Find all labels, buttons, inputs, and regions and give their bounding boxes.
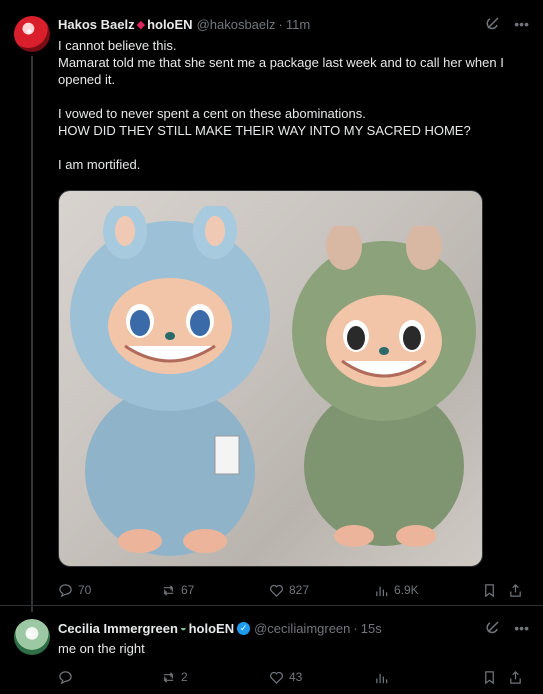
like-button[interactable]: 43 xyxy=(269,670,302,685)
share-icon xyxy=(510,583,521,597)
author-name[interactable]: Cecilia Immergreen xyxy=(58,621,178,636)
tweet-top-actions: ••• xyxy=(486,618,529,638)
reply-button[interactable] xyxy=(58,670,78,685)
avatar-glyph: ✦ xyxy=(25,27,34,38)
more-icon[interactable]: ••• xyxy=(514,620,529,636)
reply-icon xyxy=(59,583,72,597)
separator: · xyxy=(278,16,283,32)
tweet-body: me on the right xyxy=(58,640,518,657)
share-icon xyxy=(510,670,521,684)
share-button[interactable] xyxy=(508,670,523,685)
verified-icon: ✓ xyxy=(237,621,251,635)
leaf-badge-icon: ◒ xyxy=(179,622,187,634)
tweet-photo[interactable] xyxy=(58,190,483,567)
views-button[interactable]: 6.9K xyxy=(374,583,419,598)
avatar[interactable]: ❀ xyxy=(14,619,50,655)
avatar[interactable]: ✦ xyxy=(14,16,50,52)
like-count: 827 xyxy=(289,583,310,597)
author-name[interactable]: Hakos Baelz xyxy=(58,17,135,32)
tweet-top-actions: ••• xyxy=(486,14,529,34)
repost-icon xyxy=(163,584,174,596)
like-count: 43 xyxy=(289,670,303,684)
tweet-header: Cecilia Immergreen ◒ holoEN ✓ @ceciliaim… xyxy=(58,618,382,638)
more-icon[interactable]: ••• xyxy=(514,16,529,32)
repost-count: 2 xyxy=(181,670,188,684)
grok-icon[interactable] xyxy=(486,16,500,33)
author-handle[interactable]: @hakosbaelz xyxy=(197,17,276,32)
affiliation-badge[interactable]: holoEN xyxy=(147,17,193,32)
repost-button[interactable]: 2 xyxy=(161,670,188,685)
tweet-line: I vowed to never spent a cent on these a… xyxy=(58,106,366,121)
share-button[interactable] xyxy=(508,583,523,598)
tweet-actions: 70 67 827 6.9K xyxy=(58,578,528,602)
tweet-line: Mamarat told me that she sent me a packa… xyxy=(58,55,504,87)
reply-count: 70 xyxy=(78,583,92,597)
views-count: 6.9K xyxy=(394,583,419,597)
timestamp[interactable]: 11m xyxy=(286,17,310,32)
tweet-actions: 2 43 xyxy=(58,665,528,689)
green-plush-figure xyxy=(292,226,476,547)
author-handle[interactable]: @ceciliaimgreen xyxy=(254,621,350,636)
tweet-line: HOW DID THEY STILL MAKE THEIR WAY INTO M… xyxy=(58,123,471,138)
affiliation-badge[interactable]: holoEN xyxy=(189,621,235,636)
like-button[interactable]: 827 xyxy=(269,583,309,598)
tweet-line: I am mortified. xyxy=(58,157,141,172)
tweet-text: me on the right xyxy=(58,641,145,656)
tweet-body: I cannot believe this. Mamarat told me t… xyxy=(58,37,518,173)
views-icon xyxy=(376,673,388,683)
bookmark-button[interactable] xyxy=(482,583,497,598)
grok-icon[interactable] xyxy=(486,620,500,637)
tweet-header: Hakos Baelz ◆ holoEN @hakosbaelz · 11m xyxy=(58,14,310,34)
avatar-glyph: ❀ xyxy=(25,630,34,641)
views-icon xyxy=(376,586,388,596)
repost-icon xyxy=(163,671,174,683)
tweet-line xyxy=(58,88,518,105)
repost-button[interactable]: 67 xyxy=(161,583,194,598)
tweet-line: I cannot believe this. xyxy=(58,38,177,53)
like-icon xyxy=(270,671,283,684)
reply-button[interactable]: 70 xyxy=(58,583,91,598)
dice-badge-icon: ◆ xyxy=(136,18,146,31)
bookmark-button[interactable] xyxy=(482,670,497,685)
like-icon xyxy=(270,584,283,597)
timestamp[interactable]: 15s xyxy=(361,621,382,636)
tweet-line xyxy=(58,139,518,156)
views-button[interactable] xyxy=(374,670,394,685)
blue-plush-figure xyxy=(70,206,270,556)
repost-count: 67 xyxy=(181,583,195,597)
reply-icon xyxy=(59,670,72,684)
separator: · xyxy=(353,620,358,636)
bookmark-icon xyxy=(485,583,494,597)
bookmark-icon xyxy=(485,670,494,684)
